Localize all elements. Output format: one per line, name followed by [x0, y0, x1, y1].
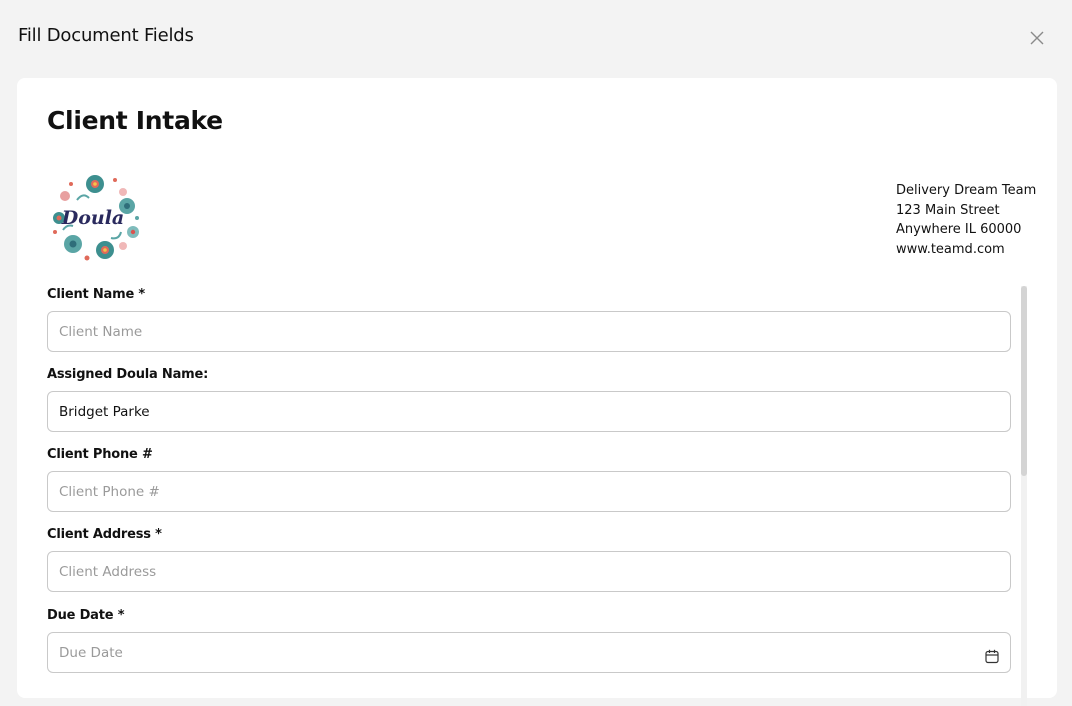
client-address-field: Client Address * — [47, 527, 1011, 592]
client-phone-label: Client Phone # — [47, 447, 153, 462]
company-website: www.teamd.com — [896, 241, 1005, 257]
company-street: 123 Main Street — [896, 202, 1000, 218]
doula-name-label: Assigned Doula Name: — [47, 367, 209, 382]
client-address-input[interactable] — [47, 551, 1011, 592]
document-card: Client Intake Doula Delivery Dream Team … — [17, 78, 1057, 706]
close-button[interactable] — [1026, 27, 1048, 49]
calendar-icon[interactable] — [985, 649, 999, 664]
svg-text:Doula: Doula — [61, 207, 125, 229]
client-phone-field: Client Phone # — [47, 447, 1011, 512]
doula-name-field: Assigned Doula Name: — [47, 367, 1011, 432]
due-date-field: Due Date * — [47, 608, 1011, 673]
due-date-wrapper — [47, 632, 1011, 673]
due-date-input[interactable] — [47, 632, 1011, 673]
client-phone-input[interactable] — [47, 471, 1011, 512]
due-date-label: Due Date * — [47, 608, 125, 623]
scrollbar-thumb[interactable] — [1021, 286, 1027, 476]
doula-name-input[interactable] — [47, 391, 1011, 432]
client-name-label: Client Name * — [47, 287, 146, 302]
modal-header: Fill Document Fields — [0, 0, 1072, 78]
company-info: Delivery Dream Team 123 Main Street Anyw… — [896, 181, 1036, 259]
company-name: Delivery Dream Team — [896, 183, 1037, 198]
document-title: Client Intake — [47, 106, 223, 135]
company-logo: Doula — [47, 170, 143, 266]
close-icon — [1030, 31, 1044, 45]
client-address-label: Client Address * — [47, 527, 162, 542]
modal-title: Fill Document Fields — [18, 25, 194, 46]
client-name-field: Client Name * — [47, 287, 1011, 352]
client-name-input[interactable] — [47, 311, 1011, 352]
company-city: Anywhere IL 60000 — [896, 222, 1022, 238]
